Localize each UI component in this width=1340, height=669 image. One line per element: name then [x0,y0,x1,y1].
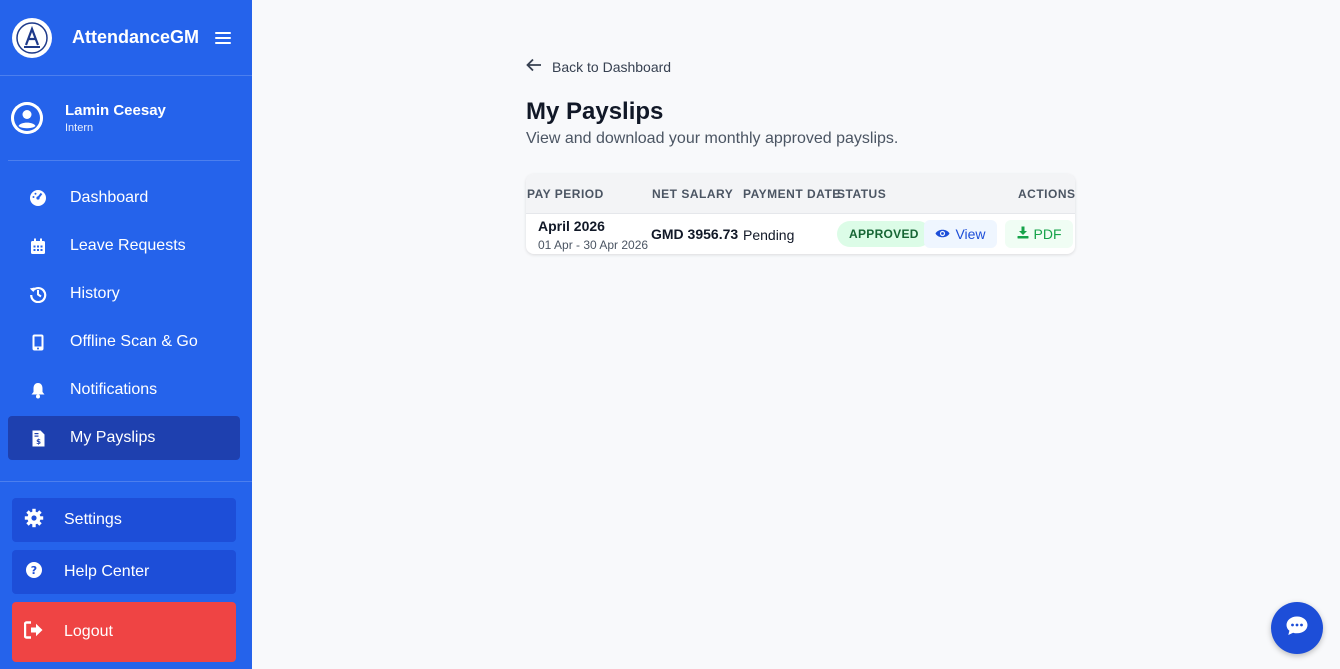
header-net-salary: NET SALARY [652,187,734,201]
sidebar-nav: Dashboard Leave Requests History Offline… [0,161,252,460]
sidebar-item-label: My Payslips [70,429,156,446]
sidebar-item-label: Dashboard [70,189,149,206]
chat-button[interactable] [1271,602,1323,654]
avatar [11,102,43,134]
user-name: Lamin Ceesay [65,102,166,119]
help-center-label: Help Center [64,563,150,580]
help-center-button[interactable]: ? Help Center [12,550,236,594]
payment-date: Pending [743,227,795,243]
sidebar-item-label: Notifications [70,381,158,398]
pdf-label: PDF [1033,226,1062,242]
svg-text:$: $ [36,438,41,446]
sidebar-item-my-payslips[interactable]: $ My Payslips [8,416,240,460]
user-profile: Lamin Ceesay Intern [0,76,240,160]
svg-text:?: ? [31,564,37,577]
logout-label: Logout [64,623,113,640]
table-row: April 2026 01 Apr - 30 Apr 2026 GMD 3956… [526,214,1075,254]
header-actions: ACTIONS [1018,187,1075,201]
user-role: Intern [65,122,94,134]
net-salary: GMD 3956.73 [651,226,739,242]
app-logo [12,17,52,58]
header-pay-period: PAY PERIOD [527,187,604,201]
view-label: View [955,226,986,242]
sidebar-item-offline-scan[interactable]: Offline Scan & Go [8,320,240,364]
status-badge: APPROVED [837,221,931,247]
page-title: My Payslips [526,98,664,125]
calendar-icon [28,238,48,255]
sidebar-item-leave-requests[interactable]: Leave Requests [8,224,240,268]
payslips-table: PAY PERIOD NET SALARY PAYMENT DATE STATU… [526,174,1075,254]
sidebar: AttendanceGM Lamin Ceesay Intern Dashboa… [0,0,252,669]
download-icon [1017,226,1029,242]
sidebar-item-dashboard[interactable]: Dashboard [8,176,240,220]
pay-period-range: 01 Apr - 30 Apr 2026 [538,238,649,252]
logout-button[interactable]: Logout [12,602,236,662]
sidebar-item-label: Offline Scan & Go [70,333,198,350]
header-payment-date: PAYMENT DATE [743,187,841,201]
pay-period: April 2026 [538,218,605,234]
history-icon [28,285,48,303]
settings-label: Settings [64,511,122,528]
app-name: AttendanceGM [72,27,200,47]
eye-icon [935,226,950,242]
sidebar-item-notifications[interactable]: Notifications [8,368,240,412]
back-label: Back to Dashboard [552,58,672,75]
download-pdf-button[interactable]: PDF [1005,220,1073,248]
bell-icon [28,382,48,399]
menu-toggle-icon[interactable] [215,31,232,44]
gear-icon [24,508,44,533]
question-icon: ? [24,560,44,585]
chat-icon [1285,615,1309,642]
page-subtitle: View and download your monthly approved … [526,130,899,147]
sidebar-item-history[interactable]: History [8,272,240,316]
invoice-icon: $ [28,430,48,447]
header-status: STATUS [837,187,887,201]
sidebar-bottom: Settings ? Help Center Logout [0,481,252,669]
gauge-icon [28,189,48,207]
arrow-left-icon [526,58,542,75]
back-to-dashboard-link[interactable]: Back to Dashboard [526,58,671,75]
sidebar-item-label: History [70,285,120,302]
view-payslip-button[interactable]: View [924,220,997,248]
table-header: PAY PERIOD NET SALARY PAYMENT DATE STATU… [526,174,1075,214]
mobile-icon [28,334,48,351]
brand-header: AttendanceGM [0,0,252,76]
sidebar-item-label: Leave Requests [70,237,186,254]
settings-button[interactable]: Settings [12,498,236,542]
logout-icon [23,620,44,644]
